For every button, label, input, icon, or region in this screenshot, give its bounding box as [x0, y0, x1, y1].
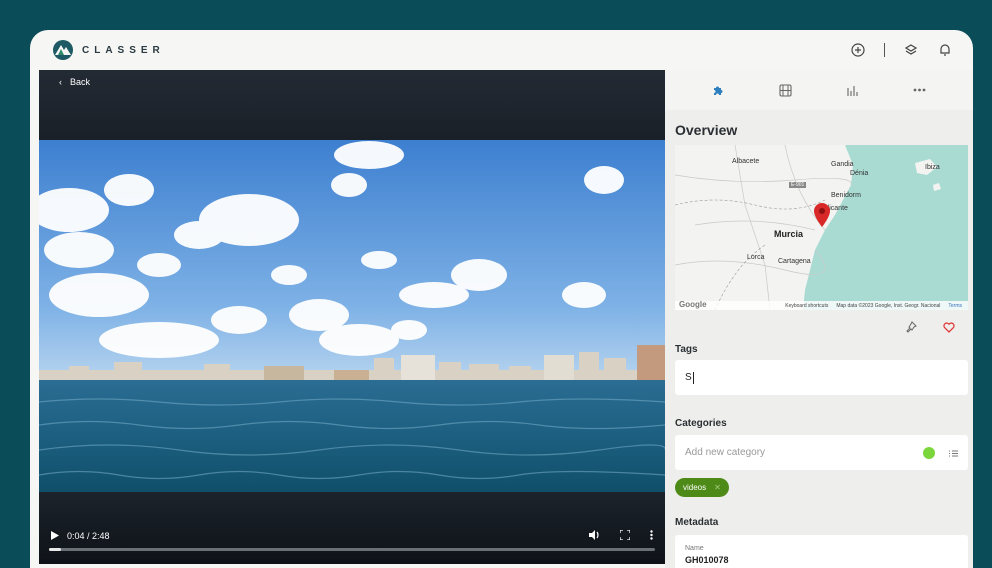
- play-icon[interactable]: [51, 530, 59, 542]
- video-frame: [39, 140, 665, 492]
- tags-input[interactable]: S: [675, 360, 968, 395]
- map-label-gandia: Gandia: [831, 161, 854, 168]
- map-label-albacete: Albacete: [732, 158, 760, 165]
- map-shortcuts-link[interactable]: Keyboard shortcuts: [785, 303, 828, 309]
- player-controls: 0:04 / 2:48: [39, 526, 665, 546]
- list-icon[interactable]: [949, 444, 958, 462]
- progress-bar[interactable]: [49, 548, 655, 551]
- tags-input-value: S: [685, 372, 692, 383]
- player-header: ‹ Back: [39, 70, 665, 140]
- progress-fill: [49, 548, 62, 551]
- top-bar: CLASSER: [30, 30, 973, 70]
- map-pin-icon[interactable]: [814, 203, 830, 227]
- details-panel: Overview Albacete Gandia Dénia Ibiza Ben…: [665, 70, 973, 568]
- playback-time: 0:04 / 2:48: [67, 531, 110, 541]
- categories-title: Categories: [675, 418, 727, 429]
- chevron-left-icon: ‹: [59, 77, 62, 87]
- map-label-denia: Dénia: [850, 170, 869, 177]
- metadata-card: Name GH010078: [675, 535, 968, 568]
- divider: [884, 43, 885, 57]
- overview-title: Overview: [675, 122, 738, 138]
- back-button[interactable]: ‹ Back: [59, 77, 90, 87]
- category-color-picker[interactable]: [923, 446, 935, 459]
- bell-icon[interactable]: [937, 42, 953, 58]
- map-label-benidorm: Benidorm: [831, 192, 861, 199]
- map-footer: Keyboard shortcuts Map data ©2023 Google…: [675, 301, 968, 310]
- metadata-name-label: Name: [685, 545, 704, 552]
- video-player[interactable]: ‹ Back 0:04 / 2:48: [39, 70, 665, 564]
- map-label-murcia: Murcia: [774, 229, 804, 239]
- heart-icon[interactable]: [943, 320, 955, 338]
- add-circle-icon[interactable]: [850, 42, 866, 58]
- map-terms-link[interactable]: Terms: [948, 303, 962, 309]
- map-attribution: Map data ©2023 Google, Inst. Geogr. Naci…: [836, 302, 941, 309]
- volume-icon[interactable]: [589, 530, 600, 542]
- category-input[interactable]: Add new category: [675, 435, 968, 470]
- location-map[interactable]: Albacete Gandia Dénia Ibiza Benidorm Ali…: [675, 145, 968, 310]
- panel-tabs: [665, 70, 973, 110]
- map-label-cartagena: Cartagena: [778, 258, 811, 265]
- text-caret: [692, 371, 694, 384]
- category-chip-label: videos: [683, 483, 707, 492]
- close-icon[interactable]: ✕: [714, 483, 721, 492]
- metadata-name-value: GH010078: [685, 555, 729, 565]
- category-input-placeholder: Add new category: [685, 447, 766, 458]
- app-name: CLASSER: [82, 44, 165, 56]
- map-label-lorca: Lorca: [747, 254, 765, 261]
- pin-icon[interactable]: [905, 320, 917, 338]
- tab-more-icon[interactable]: [913, 83, 927, 97]
- map-label-ibiza: Ibiza: [925, 164, 940, 171]
- metadata-title: Metadata: [675, 517, 719, 528]
- map-label-road: E-901: [789, 182, 807, 188]
- category-chip[interactable]: videos ✕: [675, 478, 729, 497]
- tags-title: Tags: [675, 344, 698, 355]
- tab-film-icon[interactable]: [779, 83, 793, 97]
- back-label: Back: [70, 77, 91, 87]
- google-logo: Google: [679, 300, 707, 309]
- more-vertical-icon[interactable]: [650, 530, 653, 542]
- tab-puzzle-icon[interactable]: [712, 83, 726, 97]
- logo[interactable]: CLASSER: [52, 39, 165, 61]
- app-window: CLASSER ‹ Back 0:04 / 2:48 Overview Alba…: [30, 30, 973, 568]
- logo-icon: [53, 40, 73, 60]
- fullscreen-icon[interactable]: [619, 529, 631, 542]
- tab-bar-chart-icon[interactable]: [846, 83, 860, 97]
- layers-icon[interactable]: [903, 42, 919, 58]
